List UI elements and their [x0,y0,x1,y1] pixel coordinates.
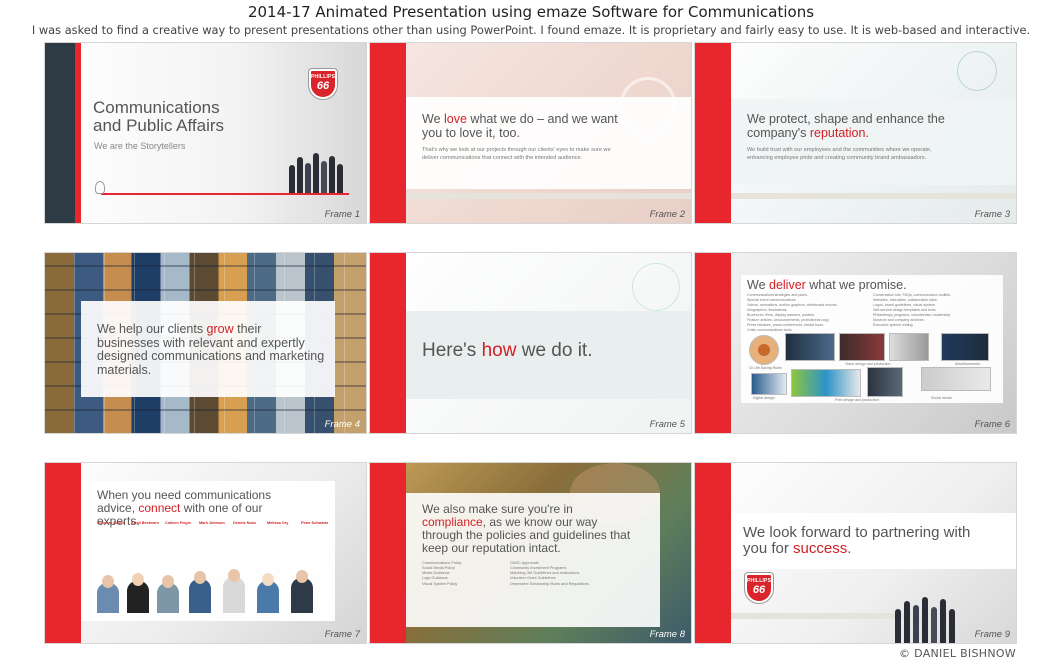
frame-grid: Communications and Public Affairs We are… [45,43,1016,643]
caption-ads: Advertisements [955,362,980,366]
frame-1-heading-line1: Communications [93,98,220,117]
frame-label: Frame 8 [649,629,685,640]
touch-icon [632,263,680,311]
frame-9-panel: We look forward to partnering with you f… [731,513,1016,569]
footer-stripe [406,193,691,199]
red-side-bar [75,43,81,223]
digital-design-thumb [751,373,787,395]
frame-label: Frame 6 [974,419,1010,430]
frame-2-panel: We love what we do – and we want you to … [406,97,691,189]
frame-label: Frame 4 [324,419,360,430]
red-side-bar [695,43,731,223]
video-thumb-2 [839,333,885,361]
frame-9[interactable]: We look forward to partnering with you f… [695,463,1016,643]
frame-6-heading: We deliver what we promise. [747,278,907,292]
logo-number: 66 [752,584,766,596]
frame-2[interactable]: We love what we do – and we want you to … [370,43,691,223]
footer-stripe [731,193,1016,199]
caption-video: Video design and production [845,362,891,366]
caption-social: Social media [931,396,952,400]
frame-5[interactable]: Here's how we do it. Frame 5 [370,253,691,433]
phillips66-logo: PHILLIPS 66 [309,69,337,99]
red-side-bar [695,463,731,643]
red-side-bar [370,43,406,223]
page-subtitle: I was asked to find a creative way to pr… [31,23,1031,37]
team-photo [893,595,963,643]
red-rule [101,193,349,195]
caption-digital: Digital design [753,396,775,400]
copyright-text: © DANIEL BISHNOW [899,647,1016,660]
frame-label: Frame 1 [324,209,360,220]
video-thumb-3 [889,333,929,361]
frame-1[interactable]: Communications and Public Affairs We are… [45,43,366,223]
frame-3-body: We build trust with our employees and th… [747,147,932,161]
red-side-bar [370,253,406,433]
frame-8-heading: We also make sure you're in compliance, … [422,502,631,555]
frame-2-heading: We love what we do – and we want you to … [422,112,618,140]
frame-label: Frame 7 [324,629,360,640]
advertisement-thumb [941,333,989,361]
frame-label: Frame 5 [649,419,685,430]
frame-5-heading: Here's how we do it. [422,340,593,361]
frame-6[interactable]: We deliver what we promise. Communicatio… [695,253,1016,433]
frame-6-list-right: Conversation kits, FAQs, communication t… [873,293,952,328]
red-side-bar [370,463,406,643]
frame-3[interactable]: We protect, shape and enhance the compan… [695,43,1016,223]
frame-9-heading: We look forward to partnering with you f… [743,524,971,558]
frame-4-panel: We help our clients grow their businesse… [81,301,335,397]
caption-life-saving: 10 Life Saving Rules [749,366,782,370]
frame-6-list-left: Communications strategies and plans. Spec… [747,293,838,333]
dark-side-bar [45,43,75,223]
experts-photo [97,561,325,613]
page-title: 2014-17 Animated Presentation using emaz… [247,3,815,21]
frame-3-panel: We protect, shape and enhance the compan… [731,99,1016,185]
frame-8[interactable]: We also make sure you're in compliance, … [370,463,691,643]
phillips66-logo: PHILLIPS 66 [745,573,773,603]
print-design-thumb-2 [867,367,903,397]
frame-8-panel: We also make sure you're in compliance, … [406,493,660,627]
frame-1-heading: Communications and Public Affairs [93,98,225,136]
frame-label: Frame 2 [649,209,685,220]
red-side-bar [695,253,731,433]
team-photo [287,149,343,193]
life-saving-rules-thumb [749,335,779,365]
frame-8-list-right: GASC Approvals Community Investment Progr… [510,561,589,586]
frame-label: Frame 9 [974,629,1010,640]
print-design-thumb [791,369,861,397]
social-media-thumb [921,367,991,391]
frame-1-heading-line2: and Public Affairs [93,116,225,136]
frame-3-heading: We protect, shape and enhance the compan… [747,112,945,140]
frame-label: Frame 3 [974,209,1010,220]
lightbulb-icon [95,181,105,194]
frame-4[interactable]: We help our clients grow their businesse… [45,253,366,433]
frame-1-tagline: We are the Storytellers [94,141,186,151]
frame-4-heading: We help our clients grow their businesse… [97,322,325,377]
frame-5-panel: Here's how we do it. [406,311,691,399]
portfolio-page: 2014-17 Animated Presentation using emaz… [0,0,1062,662]
network-icon [957,51,997,91]
logo-number: 66 [316,80,330,92]
video-thumb-1 [785,333,835,361]
caption-print: Print design and production [835,398,879,402]
frame-2-body: That's why we look at our projects throu… [422,147,611,161]
frame-7[interactable]: When you need communications advice, con… [45,463,366,643]
red-side-bar [45,463,81,643]
frame-8-list-left: Communications Policy Social Media Policy… [422,561,462,586]
